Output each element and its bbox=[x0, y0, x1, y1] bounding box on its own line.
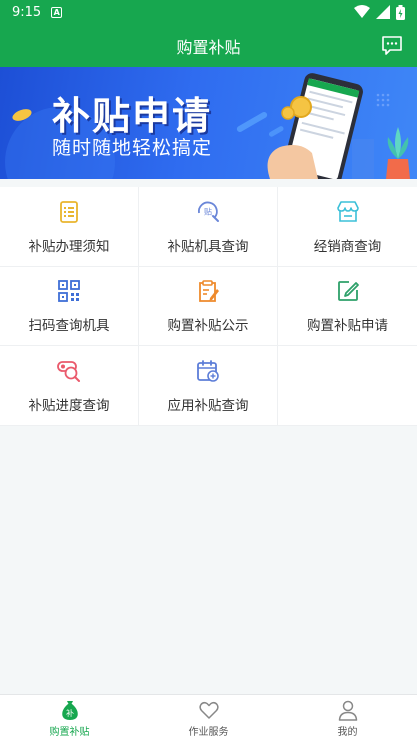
menu-item-dealer-query[interactable]: 经销商查询 bbox=[278, 187, 417, 267]
nav-tab-subsidy[interactable]: 补 购置补贴 bbox=[0, 695, 139, 741]
menu-item-scan-query[interactable]: 扫码查询机具 bbox=[0, 267, 139, 346]
menu-empty-cell bbox=[278, 346, 417, 426]
menu-item-label: 应用补贴查询 bbox=[167, 397, 249, 414]
clipboard-edit-icon bbox=[199, 280, 219, 302]
menu-item-label: 扫码查询机具 bbox=[28, 318, 110, 334]
calendar-icon bbox=[197, 359, 219, 382]
message-icon[interactable] bbox=[381, 34, 403, 56]
svg-text:补: 补 bbox=[66, 708, 74, 718]
menu-item-machinery-query[interactable]: 贴 补贴机具查询 bbox=[139, 187, 278, 267]
menu-item-progress-query[interactable]: 补贴进度查询 bbox=[0, 346, 139, 426]
signal-icon bbox=[376, 5, 390, 19]
banner-subtitle: 随时随地轻松搞定 bbox=[52, 137, 213, 159]
nav-tab-mine[interactable]: 我的 bbox=[278, 695, 417, 741]
menu-item-label: 购置补贴公示 bbox=[167, 318, 249, 334]
user-icon bbox=[338, 700, 357, 721]
menu-item-label: 补贴进度查询 bbox=[28, 397, 110, 414]
menu-item-label: 补贴机具查询 bbox=[167, 238, 249, 255]
nav-tab-work-service[interactable]: 作业服务 bbox=[139, 695, 278, 741]
status-bar: 9:15 A bbox=[0, 0, 417, 24]
service-menu-grid: 补贴办理须知 贴 补贴机具查询 经销商查询 扫码查询机具 购置补贴公示 购置补贴… bbox=[0, 187, 417, 426]
menu-item-subsidy-public[interactable]: 购置补贴公示 bbox=[139, 267, 278, 346]
menu-item-label: 补贴办理须知 bbox=[28, 238, 110, 255]
menu-item-app-subsidy-query[interactable]: 应用补贴查询 bbox=[139, 346, 278, 426]
page-title: 购置补贴 bbox=[176, 37, 241, 57]
store-icon bbox=[336, 200, 359, 222]
promo-banner[interactable]: 补贴申请 随时随地轻松搞定 bbox=[0, 67, 417, 179]
money-bag-icon: 补 bbox=[61, 700, 78, 720]
menu-item-label: 经销商查询 bbox=[313, 238, 382, 255]
menu-item-subsidy-apply[interactable]: 购置补贴申请 bbox=[278, 267, 417, 346]
status-time: 9:15 bbox=[12, 4, 42, 20]
qr-code-icon bbox=[58, 280, 80, 302]
bottom-nav: 补 购置补贴 作业服务 我的 bbox=[0, 694, 417, 741]
nav-label: 作业服务 bbox=[188, 726, 229, 738]
banner-title: 补贴申请 bbox=[52, 94, 213, 138]
menu-item-subsidy-guide[interactable]: 补贴办理须知 bbox=[0, 187, 139, 267]
wifi-icon bbox=[354, 5, 370, 18]
heart-icon bbox=[198, 701, 219, 719]
nav-label: 购置补贴 bbox=[49, 726, 90, 738]
menu-item-label: 购置补贴申请 bbox=[307, 318, 388, 334]
subsidy-search-icon: 贴 bbox=[198, 201, 219, 222]
svg-text:贴: 贴 bbox=[204, 206, 212, 216]
progress-search-icon bbox=[57, 360, 80, 382]
notification-badge: A bbox=[51, 6, 63, 18]
nav-label: 我的 bbox=[337, 726, 358, 738]
app-bar: 购置补贴 bbox=[0, 24, 417, 67]
edit-square-icon bbox=[337, 281, 359, 301]
document-list-icon bbox=[60, 200, 78, 223]
battery-icon bbox=[396, 4, 405, 20]
